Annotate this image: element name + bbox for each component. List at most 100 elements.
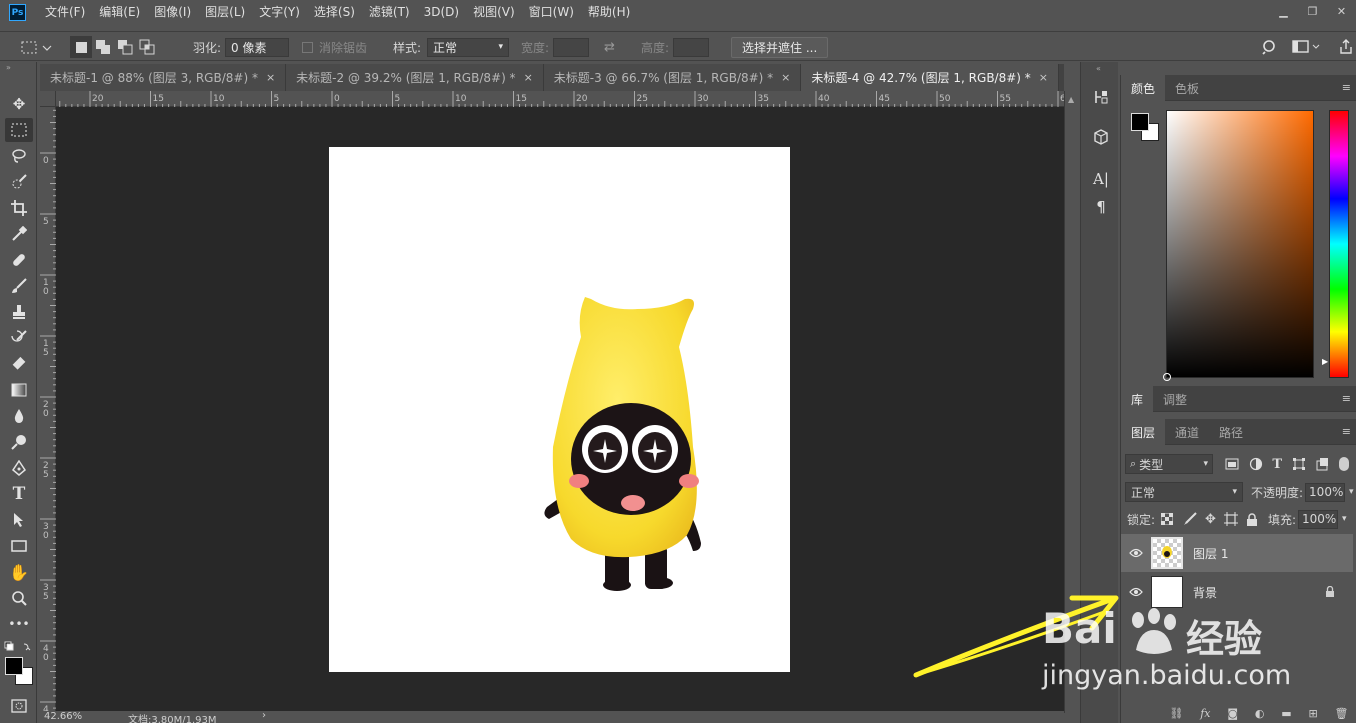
tab-channels[interactable]: 通道 [1165,419,1209,445]
chevron-down-icon[interactable]: ▾ [1349,487,1354,497]
lock-artboard-icon[interactable] [1223,512,1238,526]
move-tool-icon[interactable]: ✥ [5,92,33,116]
new-selection-icon[interactable] [70,36,92,58]
path-select-tool-icon[interactable] [5,508,33,532]
lock-all-icon[interactable] [1246,512,1258,526]
intersect-selection-icon[interactable] [136,36,158,58]
select-and-mask-button[interactable]: 选择并遮住 ... [731,36,829,58]
visibility-eye-icon[interactable] [1121,587,1151,597]
rectangle-tool-icon[interactable] [5,534,33,558]
color-spectrum-field[interactable] [1163,110,1314,381]
character-panel-icon[interactable]: A| [1090,168,1112,190]
history-panel-icon[interactable] [1090,86,1112,108]
color-panel-swatches[interactable] [1131,113,1161,143]
document-canvas[interactable] [329,147,790,672]
share-icon[interactable] [1338,39,1354,55]
vertical-ruler[interactable]: 051015202530354045 [40,107,56,713]
layer-row[interactable]: 图层 1 [1121,534,1353,572]
quick-select-tool-icon[interactable] [5,170,33,194]
rect-marquee-tool-icon[interactable] [5,118,33,142]
horizontal-ruler[interactable]: 20 15 10 5 0 5 10 15 20 25 30 35 40 45 50 55 6 [40,91,1064,107]
fill-input[interactable]: 100% [1298,509,1338,529]
crop-tool-icon[interactable] [5,196,33,220]
layer-name[interactable]: 图层 1 [1193,545,1228,562]
collapse-toolbar-icon[interactable]: » [6,63,11,72]
vertical-scrollbar[interactable]: ▲ [1064,91,1080,713]
new-group-icon[interactable]: ▬ [1281,707,1291,723]
paragraph-panel-icon[interactable]: ¶ [1090,196,1112,218]
pixel-filter-icon[interactable] [1225,458,1239,470]
tab-paths[interactable]: 路径 [1209,419,1253,445]
link-layers-icon[interactable]: ⛓ [1169,707,1183,723]
type-tool-icon[interactable]: T [5,482,33,506]
tab-swatches[interactable]: 色板 [1165,75,1209,101]
close-icon[interactable]: × [1039,71,1048,84]
filter-toggle[interactable] [1338,457,1349,471]
blend-mode-dropdown[interactable]: 正常 ▾ [1125,482,1243,502]
color-picker-handle[interactable] [1163,373,1171,381]
fg-bg-color-swatches[interactable] [5,657,35,687]
antialias-checkbox[interactable] [302,41,313,53]
subtract-selection-icon[interactable] [114,36,136,58]
foreground-color-swatch[interactable] [5,657,23,675]
menu-layer[interactable]: 图层(L) [198,0,252,25]
layer-filter-dropdown[interactable]: ⌕ 类型 ▾ [1125,454,1213,474]
tab-adjustments[interactable]: 调整 [1153,386,1197,412]
hue-slider-handle[interactable]: ▶ [1322,357,1328,366]
more-tools-icon[interactable]: ••• [5,612,33,636]
stamp-tool-icon[interactable] [5,300,33,324]
opacity-input[interactable]: 100% [1305,482,1346,502]
hue-slider[interactable]: ▶ [1322,110,1349,378]
quick-mask-icon[interactable] [5,694,33,718]
lasso-tool-icon[interactable] [5,144,33,168]
add-selection-icon[interactable] [92,36,114,58]
menu-3d[interactable]: 3D(D) [417,0,466,25]
dodge-tool-icon[interactable] [5,430,33,454]
swap-dimensions-icon[interactable]: ⇄ [604,32,615,62]
adjustment-layer-icon[interactable]: ◐ [1255,707,1265,723]
tab-color[interactable]: 颜色 [1121,75,1166,101]
tab-layers[interactable]: 图层 [1121,419,1166,445]
tab-doc-4[interactable]: 未标题-4 @ 42.7% (图层 1, RGB/8#) * × [801,64,1059,91]
delete-layer-icon[interactable]: 🗑 [1335,707,1349,723]
menu-view[interactable]: 视图(V) [466,0,522,25]
eraser-tool-icon[interactable] [5,352,33,376]
fx-icon[interactable]: fx [1200,707,1210,723]
lock-position-icon[interactable]: ✥ [1205,512,1216,527]
workspace-icon[interactable] [1292,39,1322,55]
history-brush-tool-icon[interactable] [5,326,33,350]
chevron-down-icon[interactable]: ▾ [1342,514,1347,524]
tab-libraries[interactable]: 库 [1121,386,1154,412]
close-icon[interactable]: × [266,71,275,84]
menu-image[interactable]: 图像(I) [147,0,198,25]
style-dropdown[interactable]: 正常 ▾ [427,37,510,57]
tab-doc-1[interactable]: 未标题-1 @ 88% (图层 3, RGB/8#) * × [40,64,287,91]
collapse-panels-icon[interactable]: « [1096,64,1101,73]
hand-tool-icon[interactable]: ✋ [5,560,33,584]
close-icon[interactable]: ✕ [1327,0,1356,22]
eyedropper-tool-icon[interactable] [5,222,33,246]
menu-file[interactable]: 文件(F) [38,0,92,25]
layer-name[interactable]: 背景 [1193,584,1217,601]
lock-transparent-icon[interactable] [1161,513,1174,525]
visibility-eye-icon[interactable] [1121,548,1151,558]
shape-filter-icon[interactable] [1292,457,1306,471]
adjustment-filter-icon[interactable] [1249,457,1263,471]
gradient-tool-icon[interactable] [5,378,33,402]
menu-type[interactable]: 文字(Y) [252,0,307,25]
layer-row[interactable]: 背景 [1121,573,1353,611]
3d-panel-icon[interactable] [1090,126,1112,148]
menu-help[interactable]: 帮助(H) [581,0,637,25]
tab-doc-3[interactable]: 未标题-3 @ 66.7% (图层 1, RGB/8#) * × [543,64,802,91]
menu-window[interactable]: 窗口(W) [522,0,581,25]
panel-menu-icon[interactable]: ≡ [1342,392,1351,405]
menu-filter[interactable]: 滤镜(T) [362,0,417,25]
status-menu-arrow[interactable]: › [262,710,266,721]
panel-menu-icon[interactable]: ≡ [1342,81,1351,94]
ruler-origin[interactable] [40,91,56,107]
width-input[interactable] [553,37,590,57]
lock-pixels-icon[interactable] [1183,512,1197,526]
zoom-level[interactable]: 42.66% [44,711,82,722]
marquee-preset-picker[interactable] [20,32,54,62]
height-input[interactable] [673,37,710,57]
